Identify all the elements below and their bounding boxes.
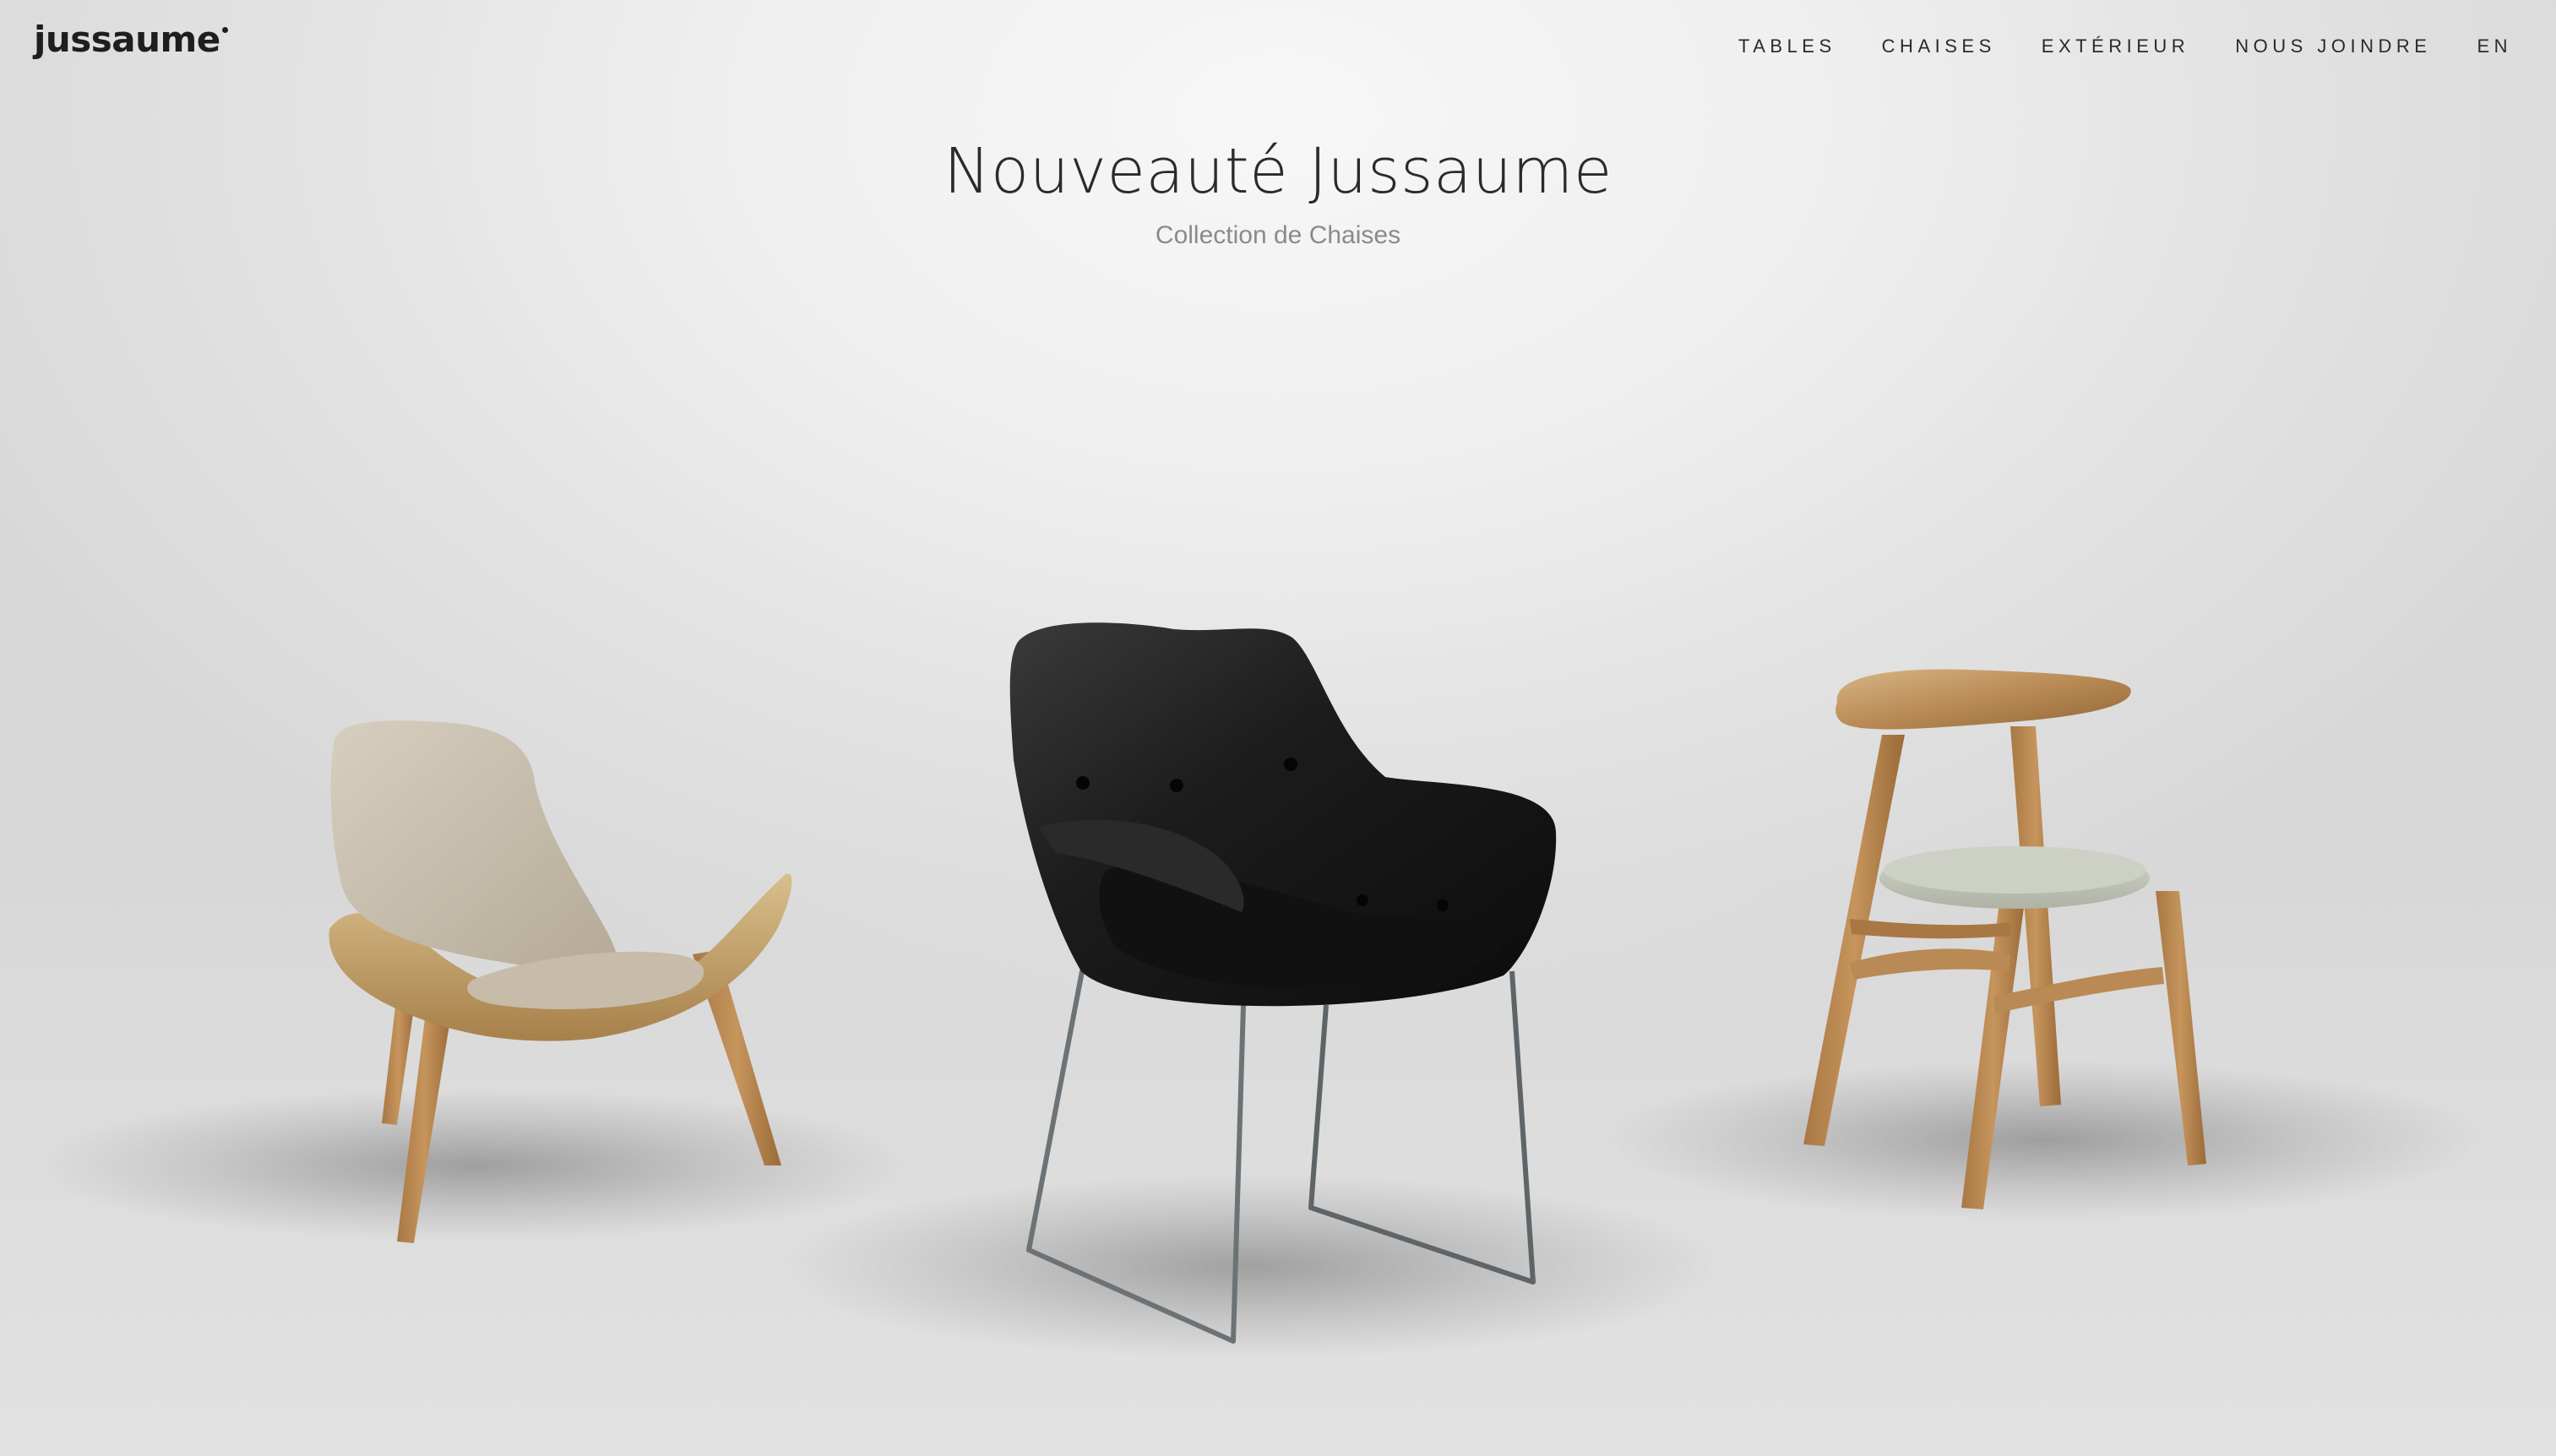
- tufting-button: [1170, 779, 1183, 792]
- chair-backrest: [1835, 669, 2131, 730]
- product-scene: [34, 622, 2483, 1360]
- tufting-button: [1284, 758, 1297, 771]
- chair-stretcher: [1850, 919, 2010, 939]
- chair-seat-top: [1884, 846, 2145, 894]
- chair-shadow: [777, 1174, 1723, 1360]
- tufting-button: [1076, 776, 1090, 790]
- chair-stretcher: [1993, 967, 2164, 1013]
- chair-stretcher: [1850, 948, 2010, 980]
- tufting-button: [1437, 899, 1449, 911]
- tufting-button: [1357, 894, 1368, 906]
